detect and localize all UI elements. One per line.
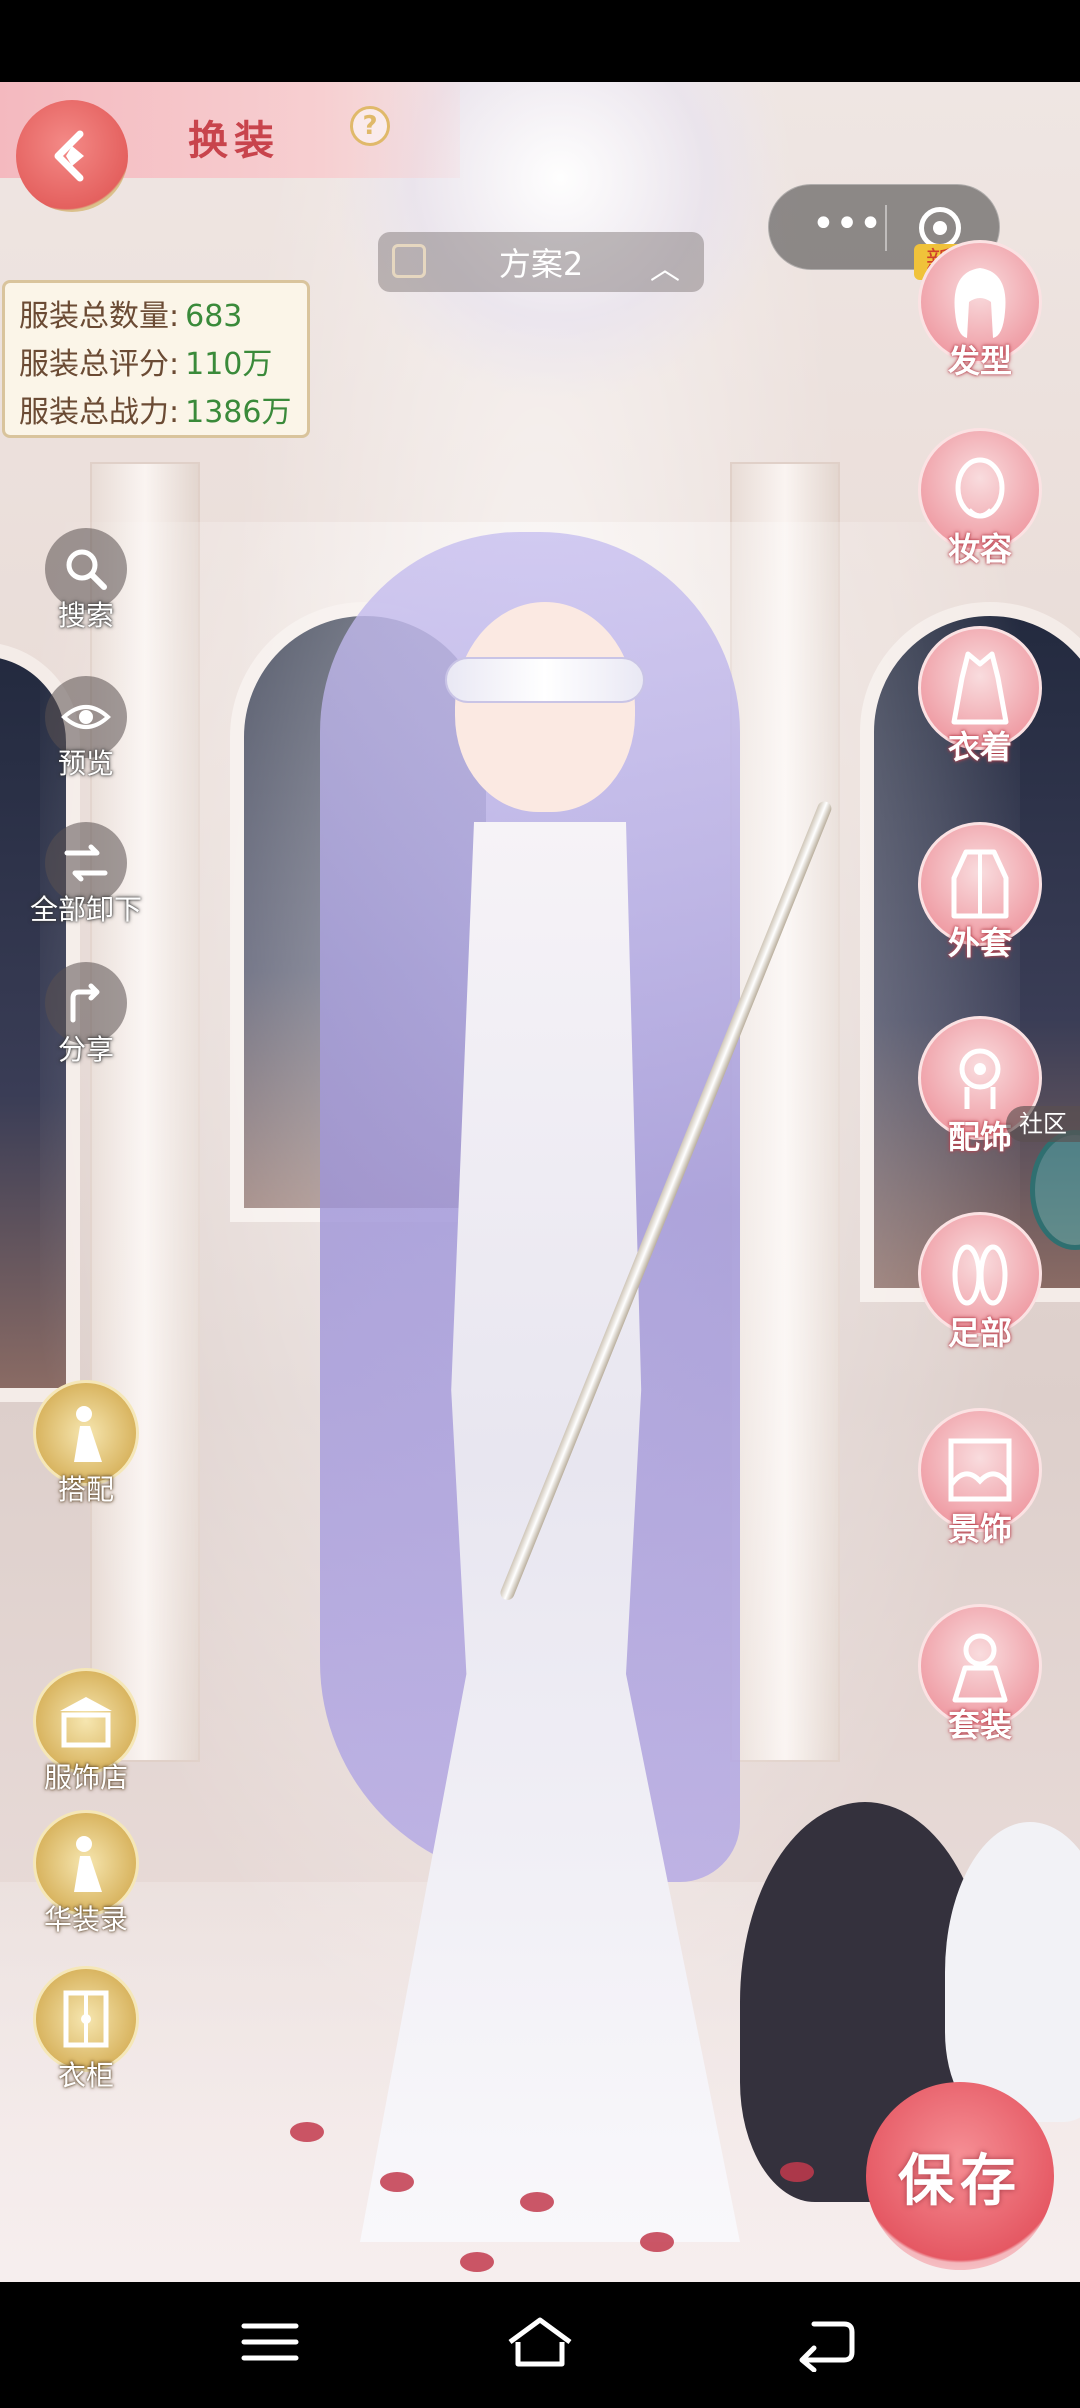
rose-petal — [380, 2172, 414, 2192]
search-tool[interactable]: 搜索 — [16, 528, 156, 634]
stat-total-count: 服装总数量: 683 — [19, 299, 243, 334]
chevron-up-icon: ︿ — [650, 252, 680, 287]
system-nav-bar — [0, 2282, 1080, 2408]
page-title: 换装 — [188, 118, 280, 164]
shop-tool[interactable]: 服饰店 — [16, 1668, 156, 1796]
status-bar — [0, 0, 1080, 82]
coat-label: 外套 — [947, 924, 1012, 962]
rose-petal — [520, 2192, 554, 2212]
back-icon[interactable] — [784, 2312, 864, 2372]
more-options-icon[interactable]: ••• — [797, 201, 897, 251]
rose-petal — [290, 2122, 324, 2142]
category-accessory[interactable]: 配饰 — [910, 1016, 1050, 1166]
stat-total-power: 服装总战力: 1386万 — [19, 395, 292, 430]
rose-petal — [460, 2252, 494, 2272]
shoes-label: 足部 — [947, 1314, 1012, 1352]
unequip-all-tool[interactable]: 全部卸下 — [16, 822, 156, 928]
rose-petal — [780, 2162, 814, 2182]
search-label: 搜索 — [57, 599, 114, 632]
scheme-selector[interactable]: 方案2 ︿ — [378, 232, 704, 292]
match-tool[interactable]: 搭配 — [16, 1380, 156, 1508]
edit-icon[interactable] — [392, 244, 426, 278]
category-scene[interactable]: 景饰 — [910, 1408, 1050, 1558]
stat-total-score: 服装总评分: 110万 — [19, 347, 273, 382]
character-mask — [445, 657, 645, 703]
scheme-label: 方案2 — [498, 245, 584, 283]
unequip-label: 全部卸下 — [29, 893, 142, 926]
shop-label: 服饰店 — [43, 1761, 128, 1794]
menu-icon[interactable] — [230, 2312, 310, 2372]
share-label: 分享 — [57, 1033, 114, 1066]
collection-tool[interactable]: 华装录 — [16, 1810, 156, 1938]
category-suit[interactable]: 套装 — [910, 1604, 1050, 1754]
match-label: 搭配 — [57, 1473, 114, 1506]
clothing-label: 衣着 — [947, 728, 1012, 766]
preview-label: 预览 — [57, 747, 114, 780]
back-arrow-icon — [54, 130, 84, 182]
wardrobe-tool[interactable]: 衣柜 — [16, 1966, 156, 2094]
category-makeup[interactable]: 妆容 — [910, 428, 1050, 578]
hairstyle-label: 发型 — [947, 342, 1012, 380]
category-coat[interactable]: 外套 — [910, 822, 1050, 972]
scene-label: 景饰 — [947, 1510, 1012, 1548]
suit-label: 套装 — [947, 1706, 1012, 1744]
back-button[interactable] — [16, 100, 128, 212]
character-face — [455, 602, 635, 812]
share-tool[interactable]: 分享 — [16, 962, 156, 1068]
collection-label: 华装录 — [43, 1903, 128, 1936]
help-icon[interactable]: ? — [350, 106, 390, 146]
capsule-divider — [885, 205, 887, 251]
makeup-label: 妆容 — [947, 530, 1012, 568]
home-icon[interactable] — [500, 2312, 580, 2372]
preview-tool[interactable]: 预览 — [16, 676, 156, 782]
save-button[interactable]: 保存 — [866, 2082, 1054, 2270]
rose-petal — [640, 2232, 674, 2252]
category-shoes[interactable]: 足部 — [910, 1212, 1050, 1362]
wardrobe-label: 衣柜 — [57, 2059, 114, 2092]
community-tag[interactable]: 社区 — [1006, 1106, 1080, 1142]
outfit-stats-panel: 服装总数量: 683 服装总评分: 110万 服装总战力: 1386万 — [2, 280, 310, 438]
category-clothing[interactable]: 衣着 — [910, 626, 1050, 776]
category-hairstyle[interactable]: 发型 — [910, 240, 1050, 390]
